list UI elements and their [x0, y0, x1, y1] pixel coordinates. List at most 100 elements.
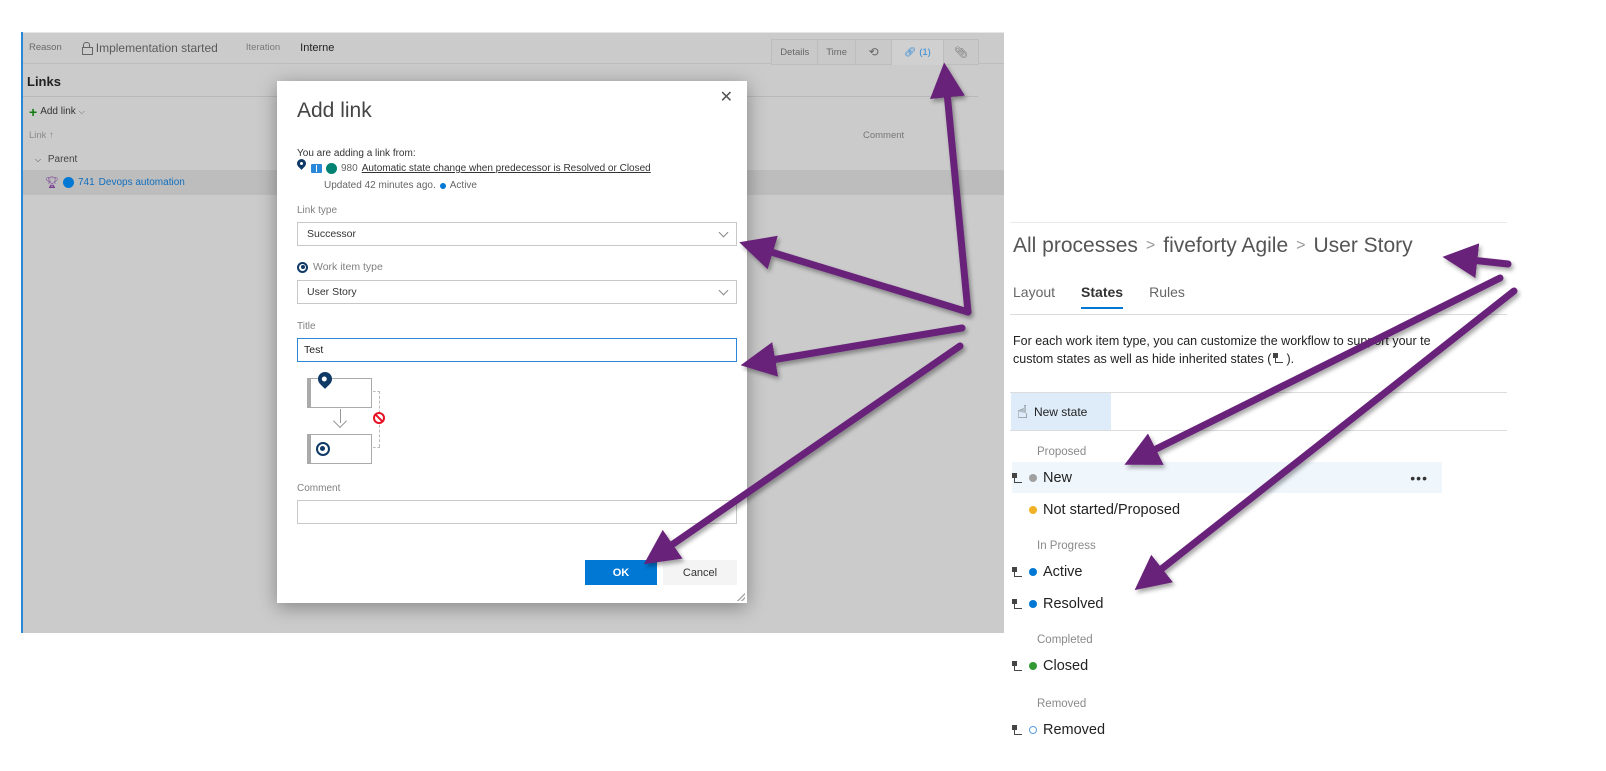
- work-item-tabs: Details Time ⟲ 🔗︎ (1) 📎︎: [771, 39, 979, 65]
- arrow-down-icon: [332, 413, 348, 429]
- inherited-icon: [1012, 660, 1023, 671]
- links-section-title: Links: [27, 74, 61, 89]
- inherited-icon: [1273, 353, 1284, 363]
- iteration-field[interactable]: Interne: [300, 42, 334, 54]
- target-icon: [316, 442, 330, 456]
- source-title-link[interactable]: Automatic state change when predecessor …: [362, 163, 651, 174]
- chevron-down-icon: [718, 285, 729, 296]
- tab-attachments[interactable]: 📎︎: [943, 39, 979, 65]
- state-row[interactable]: New •••: [1012, 462, 1442, 493]
- trophy-icon: 🏆︎: [45, 177, 59, 189]
- breadcrumb-work-item-type: User Story: [1313, 234, 1413, 257]
- reason-value: Implementation started: [95, 40, 218, 55]
- target-icon: [297, 261, 308, 273]
- description-line-2: custom states as well as hide inherited …: [1013, 350, 1507, 368]
- tab-rules[interactable]: Rules: [1149, 284, 1185, 309]
- parent-id: 741: [77, 177, 95, 188]
- link-type-select[interactable]: Successor: [297, 222, 737, 246]
- tab-states[interactable]: States: [1081, 284, 1124, 309]
- tab-time[interactable]: Time: [817, 39, 855, 65]
- state-color-dot: [1029, 599, 1037, 608]
- dashed-connector: [373, 447, 380, 448]
- work-item-type-select[interactable]: User Story: [297, 280, 737, 304]
- state-color-dot: [1029, 567, 1037, 576]
- state-row[interactable]: Resolved: [1012, 588, 1442, 619]
- source-work-item: 980 Automatic state change when predeces…: [297, 161, 651, 174]
- breadcrumb-process[interactable]: fiveforty Agile: [1163, 234, 1288, 258]
- state-color-dot: [1029, 505, 1037, 514]
- source-id: 980: [341, 163, 358, 174]
- chevron-down-icon: [718, 227, 729, 238]
- category-in-progress: In Progress: [1037, 540, 1096, 552]
- add-link-button[interactable]: + Add link ⌵: [29, 105, 85, 119]
- category-removed: Removed: [1037, 698, 1087, 710]
- resize-handle[interactable]: [737, 593, 745, 601]
- state-color-dot: [1029, 473, 1037, 482]
- state-row[interactable]: Not started/Proposed: [1012, 494, 1442, 525]
- column-header-comment: Comment: [863, 130, 905, 141]
- state-name: New: [1043, 469, 1073, 486]
- tab-history[interactable]: ⟲: [855, 39, 891, 65]
- cancel-button[interactable]: Cancel: [663, 560, 737, 585]
- pin-icon: [297, 159, 307, 172]
- new-state-button[interactable]: ☝︎ New state: [1011, 393, 1111, 430]
- description: For each work item type, you can customi…: [1013, 332, 1507, 368]
- ok-button[interactable]: OK: [585, 560, 657, 585]
- category-proposed: Proposed: [1037, 446, 1087, 458]
- updated-text: Updated 42 minutes ago.: [324, 180, 436, 191]
- description-line: For each work item type, you can customi…: [1013, 334, 1431, 348]
- close-icon[interactable]: ✕: [720, 87, 733, 107]
- column-link-label: Link: [29, 130, 47, 141]
- state-name: Active: [1043, 563, 1083, 580]
- chevron-right-icon: >: [1145, 237, 1156, 254]
- avatar: [326, 163, 337, 174]
- column-header-link[interactable]: Link ↑: [29, 130, 54, 141]
- add-link-dialog: ✕ Add link You are adding a link from: 9…: [277, 81, 747, 603]
- chevron-down-icon: ⌵: [78, 106, 85, 116]
- group-parent-label: Parent: [47, 154, 78, 165]
- lock-icon: [81, 42, 93, 55]
- title-input[interactable]: [297, 338, 737, 362]
- from-label: You are adding a link from:: [297, 148, 416, 159]
- comment-label: Comment: [297, 483, 341, 494]
- link-type-value: Successor: [307, 228, 357, 240]
- group-parent[interactable]: ⌵ Parent: [35, 154, 77, 165]
- avatar: [62, 177, 74, 188]
- blocked-icon: [373, 412, 385, 424]
- more-actions-icon[interactable]: •••: [1410, 470, 1428, 486]
- breadcrumb: All processes > fiveforty Agile > User S…: [1013, 234, 1413, 258]
- inherited-icon: [1012, 598, 1023, 609]
- link-diagram: [307, 369, 397, 472]
- state-name: Resolved: [1043, 595, 1104, 612]
- parent-title-link[interactable]: Devops automation: [99, 177, 185, 188]
- hand-cursor-icon: ☝︎: [1017, 401, 1028, 422]
- work-item-type-label-text: Work item type: [313, 261, 383, 273]
- inherited-icon: [1012, 472, 1023, 483]
- history-icon: ⟲: [868, 45, 879, 59]
- tab-layout[interactable]: Layout: [1013, 284, 1055, 309]
- divider: [1010, 222, 1507, 223]
- chevron-down-icon: ⌵: [35, 155, 42, 164]
- divider: [1010, 314, 1507, 315]
- tab-details[interactable]: Details: [771, 39, 818, 65]
- source-box: [307, 378, 372, 408]
- work-item-type-value: User Story: [307, 286, 357, 298]
- comment-input[interactable]: [297, 500, 737, 524]
- new-state-label: New state: [1033, 404, 1088, 419]
- link-icon: 🔗︎: [904, 47, 917, 58]
- reason-field[interactable]: Implementation started: [81, 40, 218, 55]
- tab-links[interactable]: 🔗︎ (1): [891, 39, 943, 65]
- breadcrumb-all-processes[interactable]: All processes: [1013, 234, 1138, 258]
- state-name: Removed: [1043, 721, 1106, 738]
- state-row[interactable]: Removed: [1012, 714, 1442, 745]
- work-item-form: Reason Implementation started Iteration …: [21, 32, 1004, 633]
- add-link-label: Add link: [40, 106, 76, 117]
- state-name: Closed: [1043, 657, 1089, 674]
- work-item-type-label: Work item type: [297, 261, 383, 273]
- divider: [1010, 430, 1507, 431]
- state-dot: [439, 182, 446, 189]
- inherited-icon: [1012, 566, 1023, 577]
- state-row[interactable]: Active: [1012, 556, 1442, 587]
- state-row[interactable]: Closed: [1012, 650, 1442, 681]
- state-text: Active: [449, 180, 477, 191]
